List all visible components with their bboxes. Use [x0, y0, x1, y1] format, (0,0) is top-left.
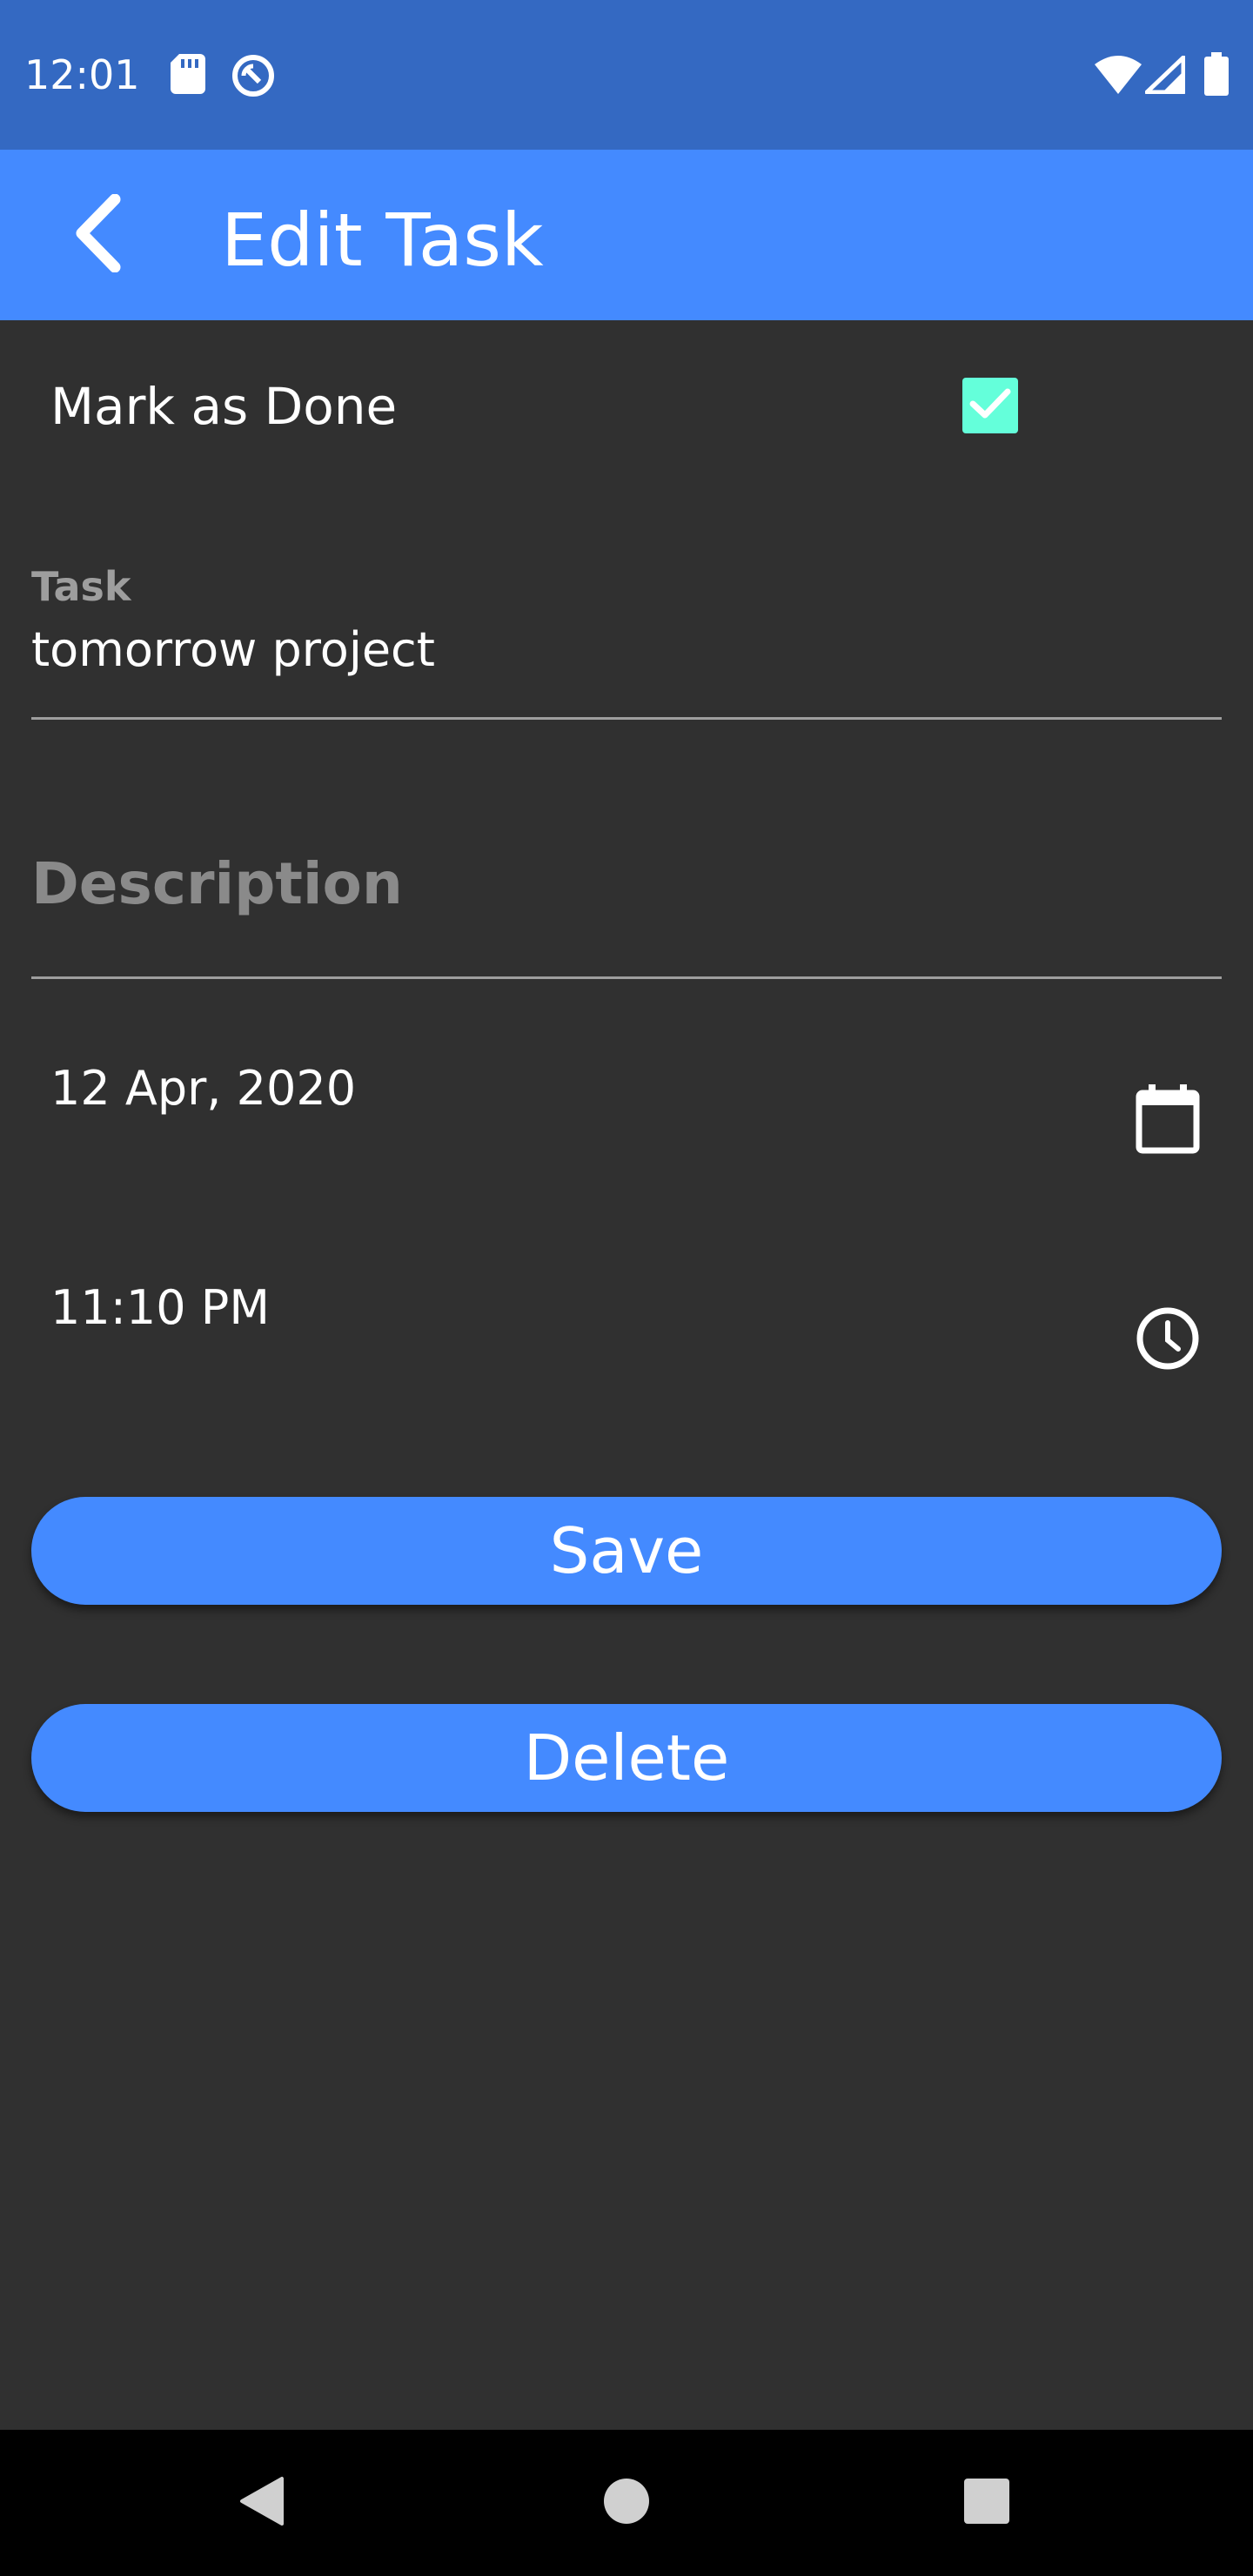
wifi-icon	[1095, 56, 1142, 98]
mark-done-checkbox[interactable]	[962, 378, 1018, 433]
nav-recents-button[interactable]	[952, 2468, 1022, 2538]
back-triangle-icon	[237, 2475, 285, 2532]
home-circle-icon	[602, 2477, 651, 2530]
delete-button[interactable]: Delete	[31, 1704, 1222, 1812]
status-time: 12:01	[24, 51, 140, 98]
calendar-icon[interactable]	[1131, 1083, 1204, 1156]
sync-disabled-icon	[230, 52, 277, 104]
mark-done-label: Mark as Done	[50, 377, 398, 436]
description-input-underline	[31, 976, 1222, 979]
app-bar: Edit Task	[0, 150, 1253, 320]
time-value: 11:10 PM	[50, 1280, 270, 1335]
nav-back-button[interactable]	[226, 2468, 296, 2538]
status-bar: 12:01	[0, 0, 1253, 150]
check-icon	[968, 386, 1012, 426]
recents-square-icon	[963, 2478, 1010, 2529]
date-value: 12 Apr, 2020	[50, 1061, 357, 1116]
system-nav-bar	[0, 2430, 1253, 2576]
page-title: Edit Task	[221, 198, 544, 283]
date-picker-row[interactable]: 12 Apr, 2020	[0, 1041, 1253, 1215]
clock-icon[interactable]	[1131, 1302, 1204, 1375]
description-input[interactable]	[31, 844, 1222, 922]
nav-home-button[interactable]	[592, 2468, 661, 2538]
signal-icon	[1144, 55, 1186, 98]
task-field-label: Task	[31, 563, 131, 610]
battery-icon	[1204, 52, 1229, 100]
task-input[interactable]	[31, 621, 1222, 679]
edit-task-screen: 12:01 Edit Task Mark as Done Task tomorr…	[0, 0, 1253, 2576]
time-picker-row[interactable]: 11:10 PM	[0, 1260, 1253, 1434]
save-button[interactable]: Save	[31, 1497, 1222, 1605]
task-input-underline	[31, 717, 1222, 720]
back-button[interactable]	[49, 186, 146, 284]
chevron-left-icon	[71, 193, 124, 277]
sd-card-icon	[171, 54, 205, 98]
